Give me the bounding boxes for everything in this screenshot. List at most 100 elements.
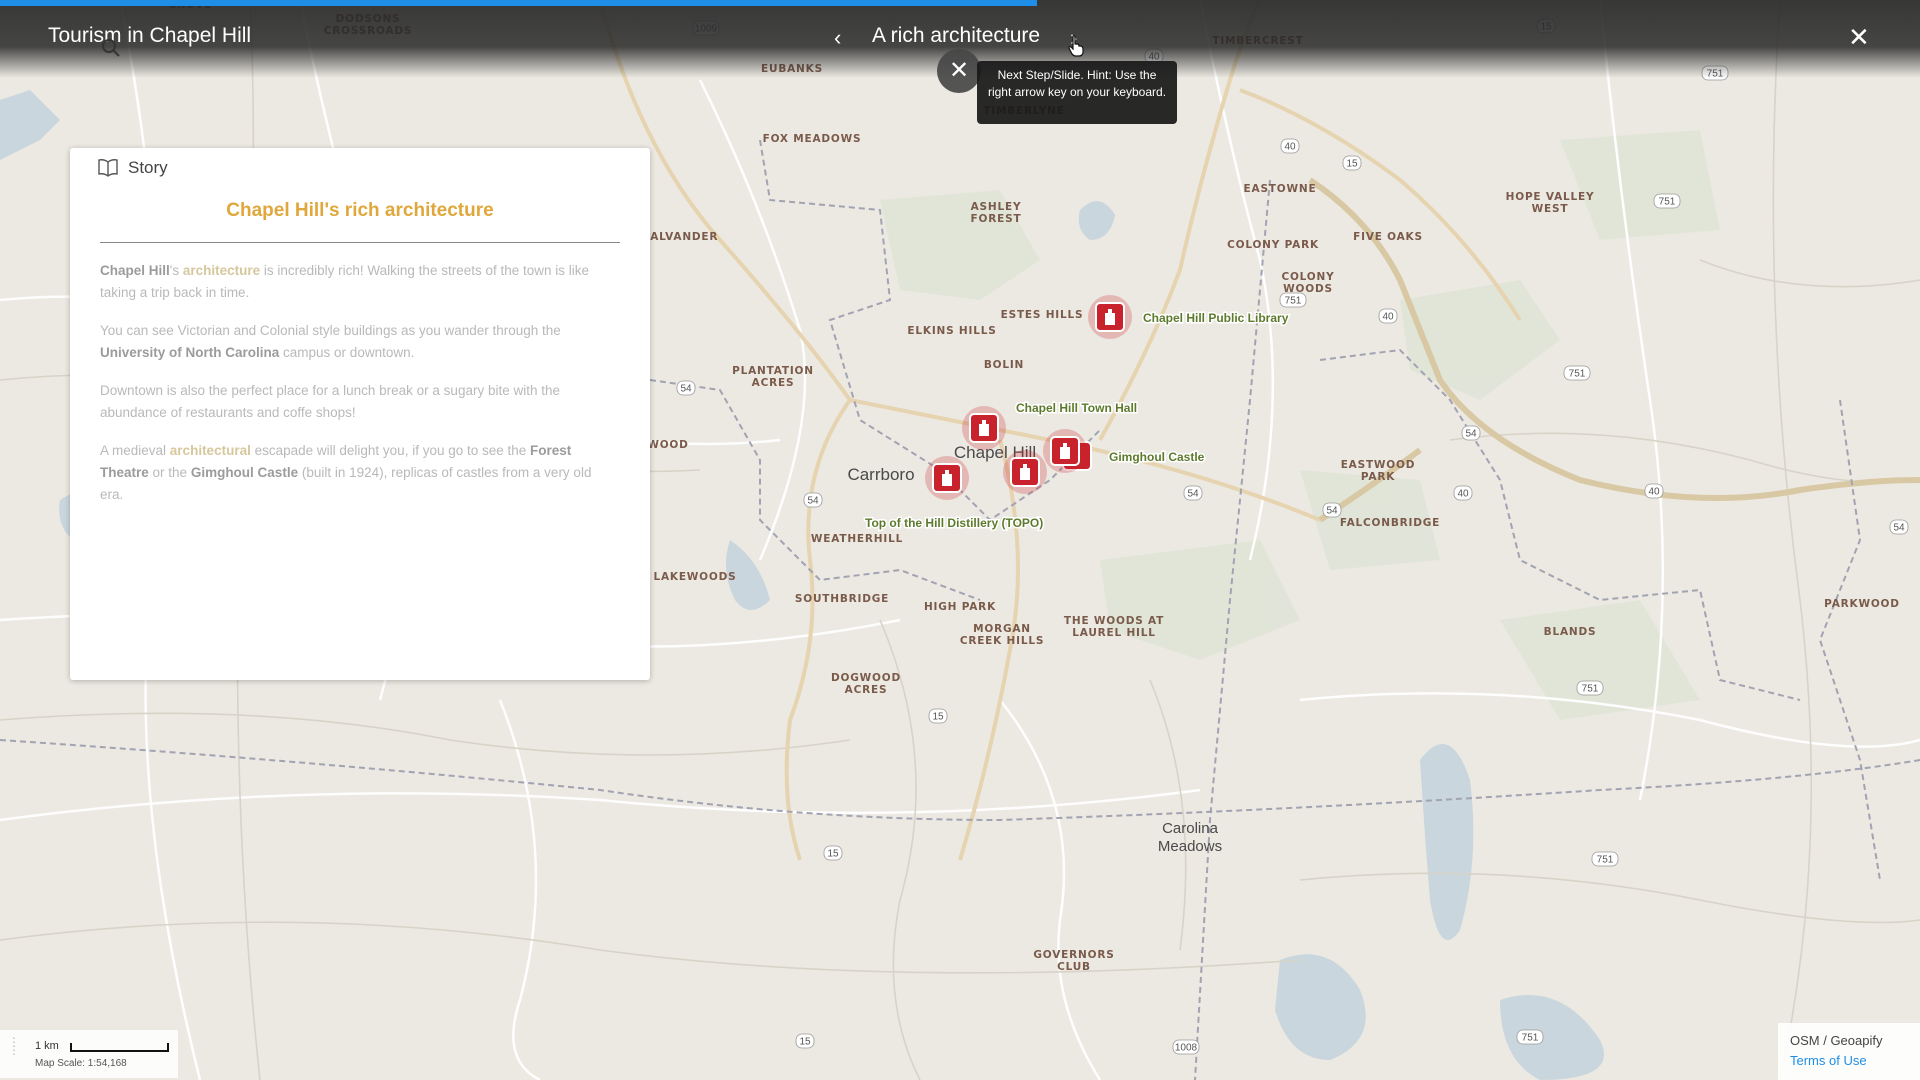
story-bold-text: Gimghoul Castle: [190, 465, 299, 480]
road-shield: 1008: [1172, 1039, 1200, 1055]
app-title: Tourism in Chapel Hill: [48, 24, 252, 47]
road-shield: 54: [1183, 485, 1203, 501]
label-topo[interactable]: Top of the Hill Distillery (TOPO): [864, 515, 1045, 532]
road-shield: 751: [1591, 851, 1619, 867]
road-shield: 15: [1342, 155, 1362, 171]
story-panel: Story Chapel Hill's rich architecture Ch…: [70, 148, 650, 680]
story-paragraph: A medieval architectural escapade will d…: [100, 440, 605, 506]
place-label: ACRES: [752, 377, 795, 389]
poi-marker-topo[interactable]: [925, 456, 969, 500]
prev-slide-button[interactable]: ‹: [834, 25, 841, 51]
story-body: Chapel Hill's architecture is incredibly…: [100, 260, 605, 522]
place-label: EASTOWNE: [1244, 183, 1317, 195]
poi-marker-town-hall[interactable]: [962, 406, 1006, 450]
road-shield: 751: [1576, 680, 1604, 696]
poi-marker-gimghoul-castle[interactable]: [1043, 429, 1087, 473]
label-town-hall[interactable]: Chapel Hill Town Hall: [1015, 400, 1139, 417]
road-shield-label: 751: [1597, 855, 1614, 866]
place-label: PARKWOOD: [1824, 598, 1900, 610]
road-shield: 40: [1453, 485, 1473, 501]
town-meadows: Meadows: [1158, 838, 1222, 855]
road-shield-label: 15: [932, 712, 944, 723]
road-shield-label: 40: [1648, 487, 1660, 498]
story-text: 's: [169, 263, 183, 278]
road-shield-label: 15: [799, 1037, 811, 1048]
road-shield-label: 54: [1893, 523, 1905, 534]
road-shield: 54: [803, 492, 823, 508]
poi-marker-public-library[interactable]: [1088, 295, 1132, 339]
story-paragraph: Downtown is also the perfect place for a…: [100, 380, 605, 424]
tooltip-close-button[interactable]: ✕: [937, 49, 981, 93]
road-shield: 15: [928, 708, 948, 724]
road-shield-label: 1008: [1175, 1043, 1198, 1054]
place-label: DOGWOOD: [831, 672, 901, 684]
place-label: ELKINS HILLS: [907, 325, 996, 337]
story-text: or the: [148, 465, 191, 480]
label-gimghoul-castle[interactable]: Gimghoul Castle: [1108, 449, 1207, 466]
town-carolina: Carolina: [1162, 820, 1219, 837]
place-label: WOODS: [1283, 283, 1333, 295]
close-story-button[interactable]: ✕: [1848, 22, 1870, 53]
story-highlight: architecture: [182, 263, 261, 278]
road-shield: 40: [1280, 138, 1300, 154]
road-shield: 54: [1461, 425, 1481, 441]
road-shield: 54: [676, 380, 696, 396]
place-label: BOLIN: [984, 359, 1024, 371]
place-label: THE WOODS AT: [1064, 615, 1164, 627]
place-label: COLONY: [1281, 271, 1334, 283]
place-label: MORGAN: [973, 623, 1031, 635]
story-header-label: Story: [128, 158, 168, 177]
road-shield-label: 54: [1465, 429, 1477, 440]
place-label: PARK: [1361, 471, 1395, 483]
road-shield: 751: [1279, 292, 1307, 308]
place-label: PLANTATION: [732, 365, 814, 377]
road-shield: 40: [1378, 308, 1398, 324]
place-label: CREEK HILLS: [960, 635, 1044, 647]
story-bold-text: University of North Carolina: [100, 345, 280, 360]
road-shield-label: 54: [680, 384, 692, 395]
road-shield-label: 40: [1382, 312, 1394, 323]
place-label: BLANDS: [1544, 626, 1597, 638]
attribution-text: OSM / Geoapify: [1790, 1033, 1883, 1048]
story-header[interactable]: Story: [98, 158, 168, 178]
terms-of-use-link[interactable]: Terms of Use: [1790, 1053, 1867, 1068]
mouse-cursor-icon: [1068, 35, 1084, 57]
story-highlight: architectural: [169, 443, 251, 458]
next-slide-tooltip: Next Step/Slide. Hint: Use the right arr…: [977, 61, 1177, 124]
road-shield: 751: [1563, 365, 1591, 381]
place-label: WOOD: [647, 439, 688, 451]
progress-bar: [0, 0, 1037, 6]
place-label: HOPE VALLEY: [1506, 191, 1595, 203]
story-title: Chapel Hill's rich architecture: [226, 200, 494, 221]
scale-label: 1 km: [35, 1040, 59, 1052]
road-shield: 54: [1322, 502, 1342, 518]
road-shield-label: 40: [1457, 489, 1469, 500]
story-text: Downtown is also the perfect place for a…: [100, 383, 560, 420]
story-paragraph: You can see Victorian and Colonial style…: [100, 320, 605, 364]
drag-handle-icon[interactable]: ⋮ ⋮: [8, 1036, 20, 1056]
scale-bar: [70, 1043, 169, 1052]
story-paragraph: Chapel Hill's architecture is incredibly…: [100, 260, 605, 304]
place-label: FOX MEADOWS: [763, 133, 862, 145]
place-label: WEST: [1532, 203, 1569, 215]
road-shield-label: 15: [1346, 159, 1358, 170]
town-carrboro: Carrboro: [847, 465, 914, 484]
label-public-library[interactable]: Chapel Hill Public Library: [1142, 310, 1291, 327]
place-label: LAKEWOODS: [653, 571, 736, 583]
road-shield-label: 751: [1569, 369, 1586, 380]
place-label: SOUTHBRIDGE: [795, 593, 889, 605]
road-shield: 751: [1653, 193, 1681, 209]
map-scale: ⋮ ⋮ 1 km Map Scale: 1:54,168: [0, 1030, 178, 1078]
place-label: ACRES: [845, 684, 888, 696]
poi-marker-forest-theatre[interactable]: [1003, 450, 1047, 494]
story-divider: [100, 242, 620, 243]
place-label: COLONY PARK: [1227, 239, 1319, 251]
story-bold-text: Chapel Hill: [100, 263, 170, 278]
place-label: HIGH PARK: [924, 601, 996, 613]
story-text: You can see Victorian and Colonial style…: [100, 323, 561, 338]
road-shield-label: 751: [1582, 684, 1599, 695]
scale-text: Map Scale: 1:54,168: [35, 1058, 127, 1069]
search-icon[interactable]: [101, 38, 121, 58]
place-label: WEATHERHILL: [811, 533, 903, 545]
road-shield: 15: [795, 1033, 815, 1049]
